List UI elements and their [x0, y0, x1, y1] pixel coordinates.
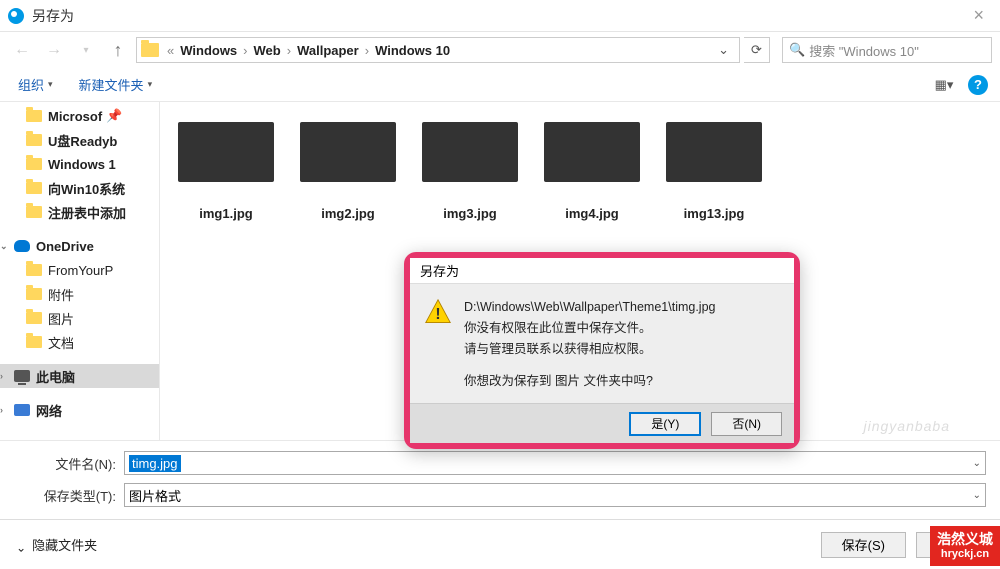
- organize-menu[interactable]: 组织: [12, 71, 59, 98]
- yes-button[interactable]: 是(Y): [629, 412, 701, 436]
- folder-icon: [26, 288, 42, 300]
- badge-line1: 浩然义城: [937, 531, 993, 548]
- folder-icon: [26, 336, 42, 348]
- filename-value: timg.jpg: [129, 455, 181, 472]
- warning-icon: !: [424, 298, 452, 326]
- search-input[interactable]: 🔍 搜索 "Windows 10": [782, 37, 992, 63]
- file-item[interactable]: img1.jpg: [178, 122, 274, 221]
- thumbnail-grid: img1.jpg img2.jpg img3.jpg img4.jpg img1…: [178, 122, 982, 221]
- close-icon[interactable]: ×: [965, 5, 992, 26]
- permission-dialog: 另存为 ! D:\Windows\Web\Wallpaper\Theme1\ti…: [404, 252, 800, 449]
- nav-row: ← → ▾ ↑ « Windows › Web › Wallpaper › Wi…: [0, 32, 1000, 68]
- pin-icon: 📌: [106, 108, 122, 124]
- thumbnail-icon: [422, 122, 518, 182]
- file-item[interactable]: img13.jpg: [666, 122, 762, 221]
- no-button[interactable]: 否(N): [711, 412, 782, 436]
- app-icon: [8, 8, 24, 24]
- folder-icon: [26, 134, 42, 146]
- crumb-overflow[interactable]: «: [165, 43, 176, 58]
- sidebar-item-win10[interactable]: 向Win10系统: [0, 176, 159, 200]
- forward-button[interactable]: →: [40, 36, 68, 64]
- titlebar: 另存为 ×: [0, 0, 1000, 32]
- badge-line2: hryckj.cn: [941, 548, 989, 561]
- sidebar-item-usb[interactable]: U盘Readyb: [0, 128, 159, 152]
- dialog-path: D:\Windows\Web\Wallpaper\Theme1\timg.jpg: [464, 298, 715, 317]
- folder-icon: [26, 182, 42, 194]
- file-item[interactable]: img4.jpg: [544, 122, 640, 221]
- back-button[interactable]: ←: [8, 36, 36, 64]
- new-folder-button[interactable]: 新建文件夹: [73, 71, 159, 98]
- crumb-wallpaper[interactable]: Wallpaper: [293, 43, 363, 58]
- sidebar-item-registry[interactable]: 注册表中添加: [0, 200, 159, 224]
- folder-icon: [26, 312, 42, 324]
- filename-label: 文件名(N):: [14, 454, 124, 473]
- dialog-title: 另存为: [410, 258, 794, 284]
- dialog-line2: 请与管理员联系以获得相应权限。: [464, 340, 715, 359]
- sidebar-item-pictures[interactable]: 图片: [0, 306, 159, 330]
- chevron-down-icon[interactable]: ⌄: [0, 241, 8, 252]
- sidebar-network[interactable]: ›网络: [0, 398, 159, 422]
- thumbnail-icon: [544, 122, 640, 182]
- hide-folders-toggle[interactable]: 隐藏文件夹: [16, 535, 97, 554]
- chevron-right-icon[interactable]: ›: [0, 371, 3, 381]
- chevron-right-icon[interactable]: ›: [363, 43, 371, 58]
- folder-icon: [141, 43, 159, 57]
- recent-dropdown[interactable]: ▾: [72, 36, 100, 64]
- dialog-buttons: 是(Y) 否(N): [410, 403, 794, 443]
- filename-input[interactable]: timg.jpg ⌄: [124, 451, 986, 475]
- filetype-label: 保存类型(T):: [14, 486, 124, 505]
- dialog-question: 你想改为保存到 图片 文件夹中吗?: [464, 372, 715, 391]
- search-icon: 🔍: [789, 42, 805, 58]
- sidebar-item-attachments[interactable]: 附件: [0, 282, 159, 306]
- window-title: 另存为: [32, 6, 965, 26]
- chevron-right-icon[interactable]: ›: [285, 43, 293, 58]
- pc-icon: [14, 370, 30, 382]
- file-item[interactable]: img3.jpg: [422, 122, 518, 221]
- chevron-right-icon[interactable]: ›: [0, 405, 3, 415]
- crumb-windows[interactable]: Windows: [176, 43, 241, 58]
- file-fields: 文件名(N): timg.jpg ⌄ 保存类型(T): 图片格式 ⌄: [0, 440, 1000, 519]
- view-options-button[interactable]: ▦▾: [932, 74, 956, 96]
- address-bar[interactable]: « Windows › Web › Wallpaper › Windows 10…: [136, 37, 740, 63]
- address-dropdown[interactable]: ⌄: [712, 42, 735, 58]
- chevron-down-icon[interactable]: ⌄: [973, 490, 981, 501]
- refresh-button[interactable]: ⟳: [744, 37, 770, 63]
- file-item[interactable]: img2.jpg: [300, 122, 396, 221]
- sidebar-item-fromyourp[interactable]: FromYourP: [0, 258, 159, 282]
- network-icon: [14, 404, 30, 416]
- chevron-right-icon[interactable]: ›: [241, 43, 249, 58]
- onedrive-icon: [14, 240, 30, 252]
- folder-icon: [26, 264, 42, 276]
- thumbnail-icon: [178, 122, 274, 182]
- sidebar: Microsof📌 U盘Readyb Windows 1 向Win10系统 注册…: [0, 102, 160, 440]
- folder-icon: [26, 206, 42, 218]
- search-placeholder: 搜索 "Windows 10": [809, 41, 919, 60]
- chevron-down-icon[interactable]: ⌄: [973, 458, 981, 469]
- toolbar: 组织 新建文件夹 ▦▾ ?: [0, 68, 1000, 102]
- filetype-value: 图片格式: [129, 486, 181, 505]
- folder-icon: [26, 158, 42, 170]
- thumbnail-icon: [300, 122, 396, 182]
- svg-text:!: !: [435, 306, 440, 323]
- site-badge: 浩然义城 hryckj.cn: [930, 526, 1000, 566]
- up-button[interactable]: ↑: [104, 36, 132, 64]
- thumbnail-icon: [666, 122, 762, 182]
- footer: 隐藏文件夹 保存(S) 取消: [0, 519, 1000, 569]
- filetype-select[interactable]: 图片格式 ⌄: [124, 483, 986, 507]
- crumb-windows10[interactable]: Windows 10: [371, 43, 454, 58]
- sidebar-onedrive[interactable]: ⌄OneDrive: [0, 234, 159, 258]
- dialog-text: D:\Windows\Web\Wallpaper\Theme1\timg.jpg…: [464, 298, 715, 393]
- help-button[interactable]: ?: [968, 75, 988, 95]
- sidebar-item-microsoft[interactable]: Microsof📌: [0, 104, 159, 128]
- watermark: jingyanbaba: [863, 418, 950, 434]
- folder-icon: [26, 110, 42, 122]
- dialog-line1: 你没有权限在此位置中保存文件。: [464, 319, 715, 338]
- sidebar-item-windows1[interactable]: Windows 1: [0, 152, 159, 176]
- sidebar-item-documents[interactable]: 文档: [0, 330, 159, 354]
- sidebar-thispc[interactable]: ›此电脑: [0, 364, 159, 388]
- crumb-web[interactable]: Web: [250, 43, 285, 58]
- save-button[interactable]: 保存(S): [821, 532, 906, 558]
